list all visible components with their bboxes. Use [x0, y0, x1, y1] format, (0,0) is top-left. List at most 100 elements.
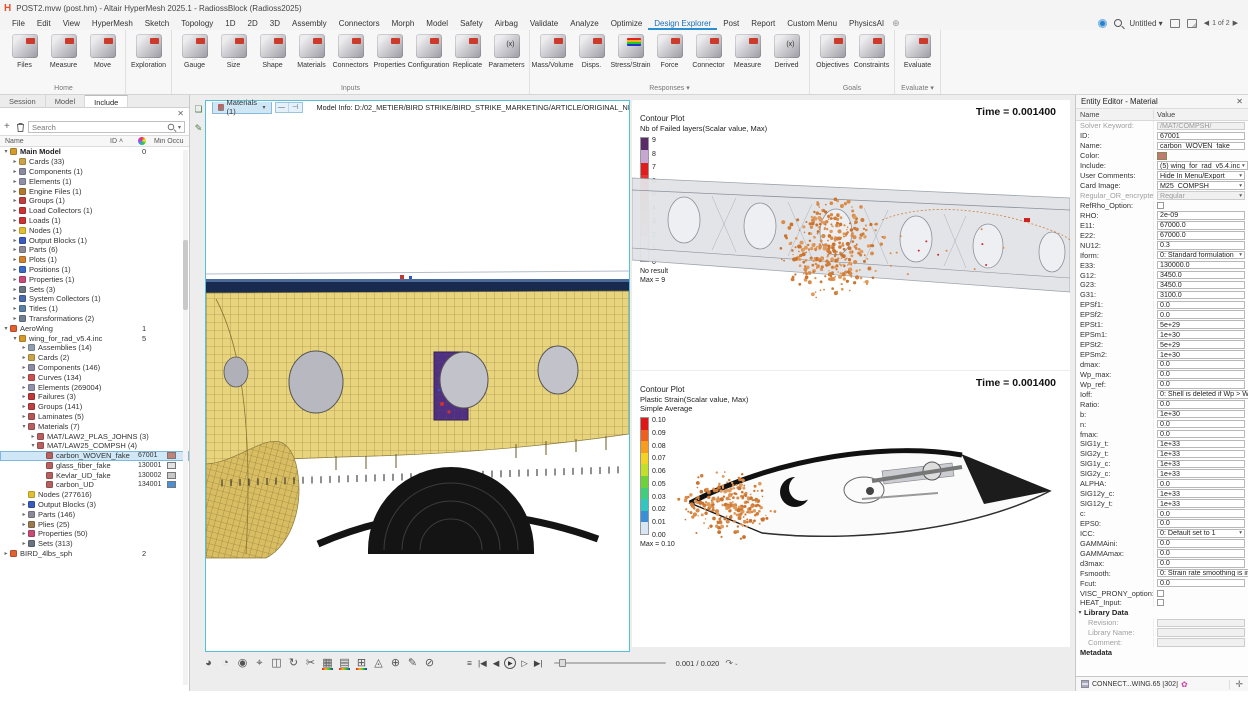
section-cut-icon[interactable]: ✂	[302, 655, 319, 671]
prev-page-button[interactable]: ◀	[1204, 19, 1209, 27]
tree-item-load-collectors-1[interactable]: ▸Load Collectors (1)	[0, 206, 189, 216]
property-value-input[interactable]: 1e+33	[1157, 499, 1245, 508]
property-value-select[interactable]: Hide In Menu/Export▾	[1157, 171, 1245, 180]
animation-slider[interactable]	[554, 662, 666, 664]
tree-item-plots-1[interactable]: ▸Plots (1)	[0, 255, 189, 265]
next-frame-button[interactable]: ▷	[518, 658, 531, 669]
move-button[interactable]: ⋯Move	[83, 32, 122, 84]
property-value-input[interactable]: 0.0	[1157, 539, 1245, 548]
menu-item-morph[interactable]: Morph	[386, 17, 421, 30]
menu-item-hypermesh[interactable]: HyperMesh	[86, 17, 139, 30]
menu-item-report[interactable]: Report	[745, 17, 781, 30]
expander-icon[interactable]: ▸	[20, 521, 28, 528]
browser-tab-include[interactable]: Include	[85, 95, 128, 107]
menu-item-view[interactable]: View	[57, 17, 86, 30]
menu-item-2d[interactable]: 2D	[242, 17, 264, 30]
expander-icon[interactable]: ▸	[11, 197, 19, 204]
tree-item-cards-2[interactable]: ▸Cards (2)	[0, 353, 189, 363]
expander-icon[interactable]: ▸	[11, 256, 19, 263]
stress-strain-button[interactable]: ⋯Stress/Strain	[611, 32, 650, 83]
tree-item-carbon-woven-fake[interactable]: carbon_WOVEN_fake67001	[0, 451, 189, 461]
material-color-swatch[interactable]	[167, 452, 176, 459]
main-viewport-canvas[interactable]	[206, 114, 629, 651]
property-value-input[interactable]: 1e+30	[1157, 410, 1245, 419]
property-value-input[interactable]: 0.0	[1157, 360, 1245, 369]
tree-item-sets-313[interactable]: ▸Sets (313)	[0, 539, 189, 549]
annotation-pencil-icon[interactable]: ✎	[192, 122, 205, 135]
expander-icon[interactable]: ▾	[2, 148, 10, 155]
group-collapse-icon[interactable]: ▾	[1076, 609, 1084, 616]
menu-item-analyze[interactable]: Analyze	[564, 17, 604, 30]
tree-item-components-1[interactable]: ▸Components (1)	[0, 167, 189, 177]
tree-item-parts-146[interactable]: ▸Parts (146)	[0, 509, 189, 519]
expander-icon[interactable]: ▸	[20, 511, 28, 518]
tree-item-bird-4lbs-sph[interactable]: ▸BIRD_4lbs_sph2	[0, 549, 189, 559]
property-value-input[interactable]: 1e+30	[1157, 330, 1245, 339]
group-row-library-data[interactable]: ▾Library Data	[1076, 608, 1248, 618]
viewport-tab-materials[interactable]: Materials (1) ▾	[212, 102, 272, 114]
expander-icon[interactable]: ▸	[11, 188, 19, 195]
expander-icon[interactable]: ▸	[11, 207, 19, 214]
constraints-button[interactable]: ⋯Constraints	[852, 32, 891, 84]
expander-icon[interactable]: ▸	[20, 393, 28, 400]
expander-icon[interactable]: ▸	[11, 276, 19, 283]
browser-tab-session[interactable]: Session	[0, 95, 46, 107]
replicate-button[interactable]: ⋯Replicate	[448, 32, 487, 84]
property-value-select[interactable]: 0: Default set to 1▾	[1157, 529, 1245, 538]
browser-search-box[interactable]: ▾	[28, 121, 185, 133]
expander-icon[interactable]: ▾	[2, 325, 10, 332]
force-button[interactable]: ⋯Force	[650, 32, 689, 83]
menu-item-file[interactable]: File	[6, 17, 31, 30]
menu-item-edit[interactable]: Edit	[31, 17, 57, 30]
collision-icon[interactable]: ◬	[370, 655, 387, 671]
property-value-input[interactable]: 1e+30	[1157, 350, 1245, 359]
center-target-icon[interactable]: ⌖	[251, 655, 268, 671]
property-value-input[interactable]: 5e+29	[1157, 340, 1245, 349]
property-value-input[interactable]: 0.0	[1157, 420, 1245, 429]
clip-plane-icon[interactable]: ◫	[268, 655, 285, 671]
property-value-input[interactable]: 1e+33	[1157, 469, 1245, 478]
menu-item-airbag[interactable]: Airbag	[489, 17, 524, 30]
property-value-select[interactable]: 0: Strain rate smoothing is inactive ...…	[1157, 569, 1248, 578]
expander-icon[interactable]: ▸	[20, 354, 28, 361]
expander-icon[interactable]: ▸	[11, 178, 19, 185]
expander-icon[interactable]: ▸	[20, 364, 28, 371]
evaluate-button[interactable]: ⋯Evaluate	[898, 32, 937, 83]
property-value-input[interactable]: 1e+33	[1157, 489, 1245, 498]
tree-item-main-model[interactable]: ▾Main Model0	[0, 147, 189, 157]
menu-item-physicsai[interactable]: PhysicsAI	[843, 17, 890, 30]
zoom-tool-icon[interactable]: ⊕	[387, 655, 404, 671]
add-include-button[interactable]: +	[4, 122, 13, 132]
tree-item-elements-269004[interactable]: ▸Elements (269004)	[0, 382, 189, 392]
last-frame-button[interactable]: ▶|	[531, 658, 546, 669]
tree-item-titles-1[interactable]: ▸Titles (1)	[0, 304, 189, 314]
expander-icon[interactable]: ▸	[11, 158, 19, 165]
tree-item-properties-50[interactable]: ▸Properties (50)	[0, 529, 189, 539]
menu-item-3d[interactable]: 3D	[264, 17, 286, 30]
tree-item-mat-law2-plas-johns-3[interactable]: ▸MAT/LAW2_PLAS_JOHNS (3)	[0, 431, 189, 441]
tree-item-properties-1[interactable]: ▸Properties (1)	[0, 274, 189, 284]
property-value-input[interactable]: 0.0	[1157, 519, 1245, 528]
contour-icon[interactable]: ▦	[319, 655, 336, 671]
property-value-input[interactable]: 0.3	[1157, 241, 1245, 250]
tree-item-laminates-5[interactable]: ▸Laminates (5)	[0, 412, 189, 422]
expander-icon[interactable]: ▸	[20, 403, 28, 410]
tree-item-positions-1[interactable]: ▸Positions (1)	[0, 265, 189, 275]
menu-item-optimize[interactable]: Optimize	[605, 17, 649, 30]
property-value-input[interactable]: 1e+33	[1157, 440, 1245, 449]
material-color-swatch[interactable]	[167, 462, 176, 469]
viewport-minimize-button[interactable]: —	[276, 103, 289, 112]
capture-icon[interactable]: ◉	[234, 655, 251, 671]
prev-frame-button[interactable]: ◀	[490, 658, 503, 669]
expander-icon[interactable]: ▸	[20, 374, 28, 381]
iso-value-icon[interactable]: ▤	[336, 655, 353, 671]
browser-scrollbar[interactable]	[183, 150, 188, 685]
color-column-icon[interactable]	[138, 137, 146, 145]
expander-icon[interactable]: ▸	[20, 384, 28, 391]
column-name[interactable]: Name	[0, 138, 110, 145]
page-edit-icon[interactable]: ❏	[192, 103, 205, 116]
browser-close-icon[interactable]: ✕	[177, 109, 184, 118]
expander-icon[interactable]: ▾	[29, 442, 37, 449]
measure-button[interactable]: ⋯Measure	[44, 32, 83, 84]
top-right-canvas[interactable]	[632, 100, 1070, 370]
